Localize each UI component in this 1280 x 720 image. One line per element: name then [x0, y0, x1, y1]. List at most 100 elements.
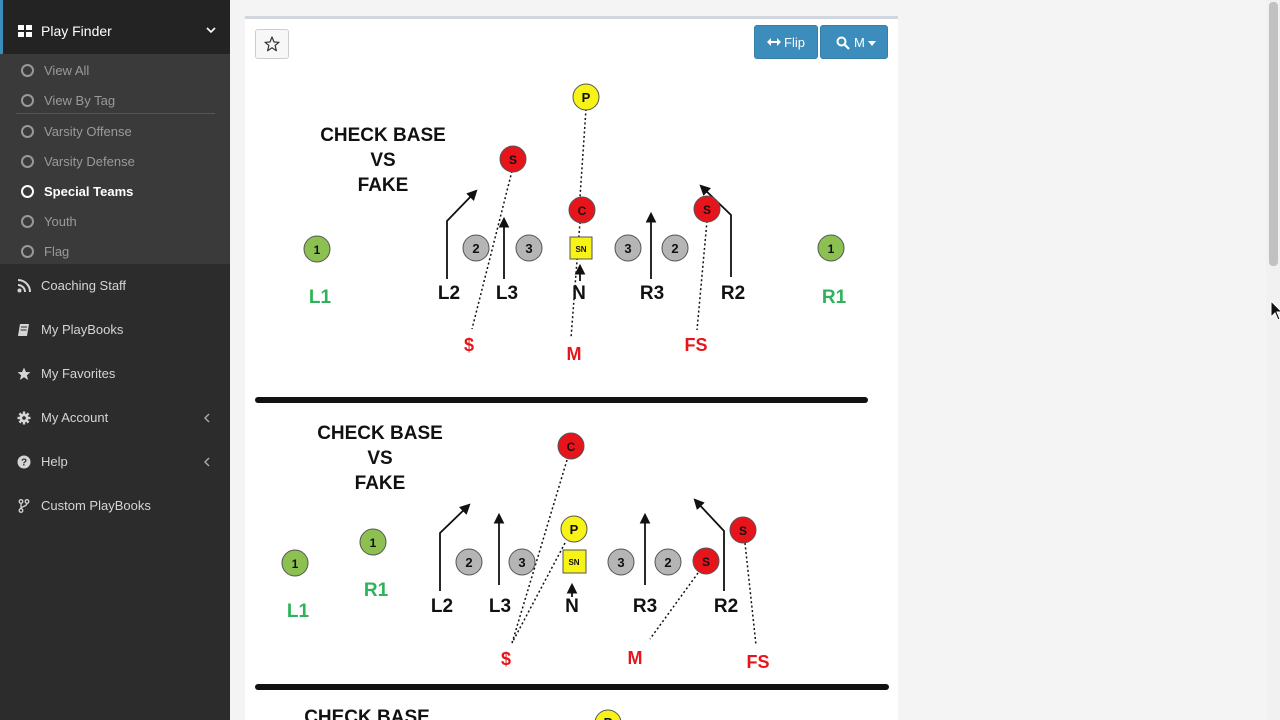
- position-label: L3: [496, 283, 518, 304]
- svg-text:2: 2: [664, 555, 671, 570]
- blocker-marker: 3: [508, 548, 536, 576]
- svg-text:?: ?: [21, 458, 27, 469]
- sidebar-item-label: My Account: [41, 410, 109, 425]
- sidebar-item-view-by-tag[interactable]: View By Tag: [0, 86, 230, 116]
- circle-icon: [21, 64, 34, 77]
- diagram-title-line: CHECK BASE: [304, 707, 430, 720]
- sidebar-item-coaching-staff[interactable]: Coaching Staff: [0, 264, 230, 308]
- play-panel: Flip M CHECK BASE VS FAKE P S C S SN 1 2…: [245, 16, 898, 720]
- defender-marker: S: [692, 547, 720, 575]
- position-label: FS: [746, 652, 769, 672]
- position-label: R1: [364, 580, 389, 601]
- sidebar: Play Finder View All View By Tag Varsity…: [0, 0, 230, 720]
- position-label: R3: [633, 596, 657, 617]
- position-label: N: [572, 283, 586, 304]
- svg-text:P: P: [604, 715, 613, 720]
- sidebar-item-my-playbooks[interactable]: My PlayBooks: [0, 308, 230, 352]
- code-fork-icon: [18, 499, 30, 513]
- position-label: $: [501, 649, 511, 669]
- svg-text:1: 1: [292, 557, 299, 571]
- circle-icon: [21, 94, 34, 107]
- svg-text:3: 3: [518, 555, 525, 570]
- punter-marker: P: [560, 515, 588, 543]
- svg-text:SN: SN: [575, 245, 586, 254]
- svg-text:3: 3: [525, 241, 532, 256]
- snapper-marker: SN: [569, 236, 593, 260]
- sidebar-item-varsity-offense[interactable]: Varsity Offense: [0, 117, 230, 147]
- blocker-marker: 3: [607, 548, 635, 576]
- svg-text:C: C: [578, 204, 587, 218]
- punter-marker: P: [594, 709, 622, 720]
- question-circle-icon: ?: [17, 455, 31, 469]
- position-label: L1: [309, 287, 332, 308]
- mouse-cursor-icon: [1270, 300, 1280, 321]
- diagram-1: CHECK BASE VS FAKE P S C S SN 1 2 3 3 2 …: [255, 83, 868, 403]
- blocker-marker: 2: [661, 234, 689, 262]
- circle-icon: [21, 245, 34, 258]
- defender-marker: S: [729, 516, 757, 544]
- position-label: L1: [287, 601, 310, 622]
- sidebar-item-label: Flag: [44, 244, 70, 259]
- blocker-marker: 3: [614, 234, 642, 262]
- position-label: N: [565, 596, 579, 617]
- blocker-marker: 2: [462, 234, 490, 262]
- position-label: L3: [489, 596, 511, 617]
- position-label: M: [567, 344, 582, 364]
- svg-text:1: 1: [370, 536, 377, 550]
- sidebar-item-label: My PlayBooks: [41, 322, 124, 337]
- star-icon: [17, 367, 31, 380]
- sidebar-item-label: Help: [41, 454, 68, 469]
- sidebar-item-help[interactable]: ? Help: [0, 440, 230, 484]
- sidebar-item-label: View By Tag: [44, 93, 116, 108]
- circle-icon: [21, 155, 34, 168]
- chevron-down-icon: [206, 27, 216, 34]
- coverage-paths: [511, 459, 757, 646]
- position-label: L2: [438, 283, 460, 304]
- sidebar-item-label: Varsity Defense: [44, 154, 135, 169]
- sidebar-item-label: My Favorites: [41, 366, 116, 381]
- diagram-title-line: VS: [370, 150, 395, 171]
- rss-icon: [17, 279, 31, 293]
- svg-text:2: 2: [472, 241, 479, 256]
- book-icon: [18, 324, 29, 336]
- sidebar-item-special-teams[interactable]: Special Teams: [0, 177, 230, 207]
- diagram-title-line: FAKE: [355, 473, 406, 494]
- sidebar-item-my-account[interactable]: My Account: [0, 396, 230, 440]
- svg-text:3: 3: [617, 555, 624, 570]
- sidebar-item-flag[interactable]: Flag: [0, 237, 230, 267]
- defender-marker: S: [499, 145, 527, 173]
- sidebar-item-label: Custom PlayBooks: [41, 498, 151, 513]
- lineman-marker: 1: [359, 528, 387, 556]
- svg-text:2: 2: [671, 241, 678, 256]
- circle-icon: [21, 185, 34, 198]
- sidebar-item-label: Coaching Staff: [41, 278, 127, 293]
- page-scrollbar-thumb[interactable]: [1269, 2, 1278, 266]
- sidebar-item-label: Play Finder: [41, 23, 112, 39]
- position-label: R2: [714, 596, 738, 617]
- svg-text:3: 3: [624, 241, 631, 256]
- blocker-marker: 2: [455, 548, 483, 576]
- svg-text:S: S: [703, 203, 711, 217]
- sidebar-item-youth[interactable]: Youth: [0, 207, 230, 237]
- diagram-title-line: CHECK BASE: [317, 423, 443, 444]
- sidebar-item-label: View All: [44, 63, 90, 78]
- position-label: R3: [640, 283, 664, 304]
- circle-icon: [21, 125, 34, 138]
- sidebar-item-view-all[interactable]: View All: [0, 56, 230, 86]
- svg-text:2: 2: [465, 555, 472, 570]
- punter-marker: P: [572, 83, 600, 111]
- lineman-marker: 1: [303, 235, 331, 263]
- sidebar-item-label: Youth: [44, 214, 77, 229]
- position-label: $: [464, 335, 474, 355]
- sidebar-item-varsity-defense[interactable]: Varsity Defense: [0, 147, 230, 177]
- lineman-marker: 1: [281, 549, 309, 577]
- sidebar-item-my-favorites[interactable]: My Favorites: [0, 352, 230, 396]
- position-label: FS: [684, 335, 707, 355]
- svg-text:P: P: [582, 90, 591, 105]
- sidebar-item-play-finder[interactable]: Play Finder: [0, 0, 230, 54]
- blocker-marker: 3: [515, 234, 543, 262]
- chevron-left-icon: [204, 457, 210, 467]
- sidebar-item-custom-playbooks[interactable]: Custom PlayBooks: [0, 484, 230, 528]
- diagram-3: CHECK BASE P: [304, 707, 622, 720]
- circle-icon: [21, 215, 34, 228]
